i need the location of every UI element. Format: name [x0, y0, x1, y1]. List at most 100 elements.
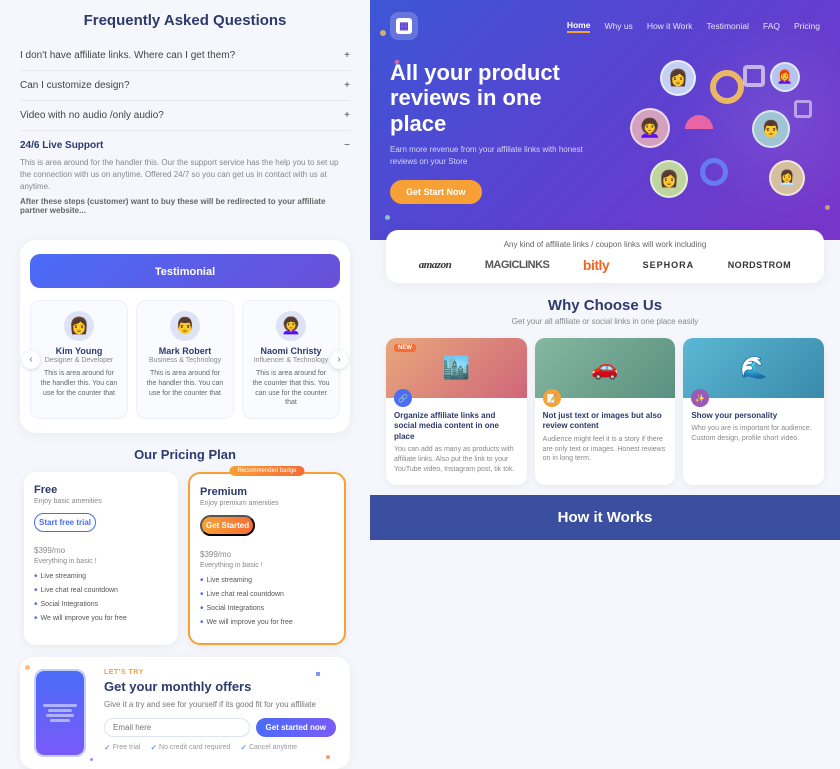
testimonial-name-3: Naomi Christy [251, 346, 331, 356]
faq-section: Frequently Asked Questions I don't have … [20, 12, 350, 224]
partners-title: Any kind of affiliate links / coupon lin… [402, 240, 808, 249]
confetti-1 [25, 665, 30, 670]
why-card-img-3: 🌊 [683, 338, 824, 398]
why-card-3: 🌊 ✨ Show your personality Who you are is… [683, 338, 824, 485]
hero-avatar-1: 👩 [660, 60, 696, 96]
hero-half-circle [685, 115, 713, 129]
cta-heading: Get your monthly offers [104, 679, 336, 695]
testimonial-card-1: 👩 Kim Young Designer & Developer This is… [30, 300, 128, 419]
cta-phone-illustration [34, 669, 94, 757]
hero-avatar-3: 👩‍🦱 [630, 108, 670, 148]
faq-item-header-2[interactable]: Can I customize design? + [20, 80, 350, 91]
partner-nordstrom: NORDSTROM [728, 260, 792, 270]
testimonial-name-2: Mark Robert [145, 346, 225, 356]
testimonial-text-2: This is area around for the handler this… [145, 369, 225, 398]
faq-minus-icon-4: − [344, 140, 350, 151]
faq-plus-icon-2: + [344, 80, 350, 91]
testimonial-title-bar: Testimonial [30, 254, 340, 288]
hero-confetti-3 [385, 215, 390, 220]
pricing-subtitle-free: Everything in basic ! [34, 558, 168, 565]
why-card-icon-2: 📝 [543, 389, 561, 407]
hero-ring-shape [710, 70, 744, 104]
testimonial-avatar-2: 👨 [170, 311, 200, 341]
nav-logo: ▦ [390, 12, 418, 40]
testimonial-role-1: Designer & Developer [39, 357, 119, 364]
why-cards: 🏙️ NEW 🔗 Organize affiliate links and so… [386, 338, 824, 485]
cta-email-input[interactable] [104, 718, 250, 737]
pricing-feature-free-2: Live chat real countdown [34, 585, 168, 596]
pricing-subtitle-premium: Everything in basic ! [200, 562, 334, 569]
pricing-btn-premium[interactable]: Get Started [200, 515, 255, 536]
pricing-btn-free[interactable]: Start free trial [34, 513, 96, 532]
hero-avatar-2: 👩‍🦰 [770, 62, 800, 92]
testimonial-next-btn[interactable]: › [330, 351, 348, 369]
hero-confetti-4 [825, 205, 830, 210]
why-card-icon-1: 🔗 [394, 389, 412, 407]
hero-title: All your product reviews in one place [390, 60, 590, 136]
faq-plus-icon-1: + [344, 50, 350, 61]
faq-plus-icon-3: + [344, 110, 350, 121]
cta-note-2: No credit card required [150, 743, 230, 752]
why-card-title-3: Show your personality [691, 411, 816, 421]
testimonial-avatar-3: 👩‍🦱 [276, 311, 306, 341]
hero-cta-btn[interactable]: Get Start Now [390, 180, 482, 204]
pricing-feature-free-1: Live streaming [34, 571, 168, 582]
why-card-body-2: Not just text or images but also review … [535, 407, 676, 474]
faq-item-2[interactable]: Can I customize design? + [20, 71, 350, 101]
cta-label: LET'S TRY [104, 669, 336, 676]
faq-item-header-3[interactable]: Video with no audio /only audio? + [20, 110, 350, 121]
nav-link-how[interactable]: How it Work [647, 21, 693, 31]
pricing-section: Our Pricing Plan Free Enjoy basic amenit… [20, 447, 350, 645]
cta-submit-btn[interactable]: Get started now [256, 718, 336, 737]
confetti-3 [326, 755, 330, 759]
cta-notes: Free trial No credit card required Cance… [104, 743, 336, 752]
testimonial-card-3: 👩‍🦱 Naomi Christy Influencer & Technolog… [242, 300, 340, 419]
cta-note-1: Free trial [104, 743, 140, 752]
hero-confetti-1 [380, 30, 386, 36]
why-card-body-1: Organize affiliate links and social medi… [386, 407, 527, 485]
testimonial-role-2: Business & Technology [145, 357, 225, 364]
cta-sub: Give it a try and see for yourself if it… [104, 699, 336, 710]
pricing-type-free: Free [34, 484, 168, 496]
right-panel: ▦ Home Why us How it Work Testimonial FA… [370, 0, 840, 769]
testimonial-card-2: 👨 Mark Robert Business & Technology This… [136, 300, 234, 419]
faq-item-header-4[interactable]: 24/6 Live Support − [20, 140, 350, 151]
partners-logos: amazon MAGICLINKS bitly SEPHORA NORDSTRO… [402, 257, 808, 273]
faq-item-4[interactable]: 24/6 Live Support − This is area around … [20, 131, 350, 224]
faq-item-1[interactable]: I don't have affiliate links. Where can … [20, 41, 350, 71]
why-card-title-2: Not just text or images but also review … [543, 411, 668, 432]
nav-link-home[interactable]: Home [567, 20, 591, 33]
pricing-feature-prem-4: We will improve you for free [200, 617, 334, 628]
cta-note-3: Cancel anytime [240, 743, 297, 752]
nav-logo-icon: ▦ [396, 18, 412, 34]
pricing-feature-prem-2: Live chat real countdown [200, 589, 334, 600]
hero-avatar-5: 👩 [650, 160, 688, 198]
pricing-cards: Free Enjoy basic amenities Start free tr… [24, 472, 346, 645]
faq-item-header-1[interactable]: I don't have affiliate links. Where can … [20, 50, 350, 61]
why-card-title-1: Organize affiliate links and social medi… [394, 411, 519, 442]
hero-text: All your product reviews in one place Ea… [390, 60, 590, 204]
pricing-feature-free-3: Social Integrations [34, 599, 168, 610]
testimonial-text-1: This is area around for the handler this… [39, 369, 119, 398]
hero-square-shape-2 [794, 100, 812, 118]
pricing-price-free: $399/mo [34, 540, 168, 556]
faq-item-3[interactable]: Video with no audio /only audio? + [20, 101, 350, 131]
nav-link-why[interactable]: Why us [604, 21, 632, 31]
partners-section: Any kind of affiliate links / coupon lin… [386, 230, 824, 283]
pricing-feature-free-4: We will improve you for free [34, 613, 168, 624]
why-sub: Get your all affiliate or social links i… [386, 317, 824, 326]
hero-sub: Earn more revenue from your affiliate li… [390, 144, 590, 168]
why-card-tag-1: NEW [394, 344, 416, 352]
why-card-desc-1: You can add as many as products with aff… [394, 445, 519, 474]
testimonial-name-1: Kim Young [39, 346, 119, 356]
hero-avatar-4: 👨 [752, 110, 790, 148]
hero-images: 👩 👩‍🦰 👩‍🦱 👨 👩 👩‍💼 [620, 60, 820, 220]
how-section: How it Works [370, 495, 840, 540]
why-section: Why Choose Us Get your all affiliate or … [370, 283, 840, 495]
testimonial-cards: ‹ 👩 Kim Young Designer & Developer This … [30, 300, 340, 419]
testimonial-section: Testimonial ‹ 👩 Kim Young Designer & Dev… [20, 240, 350, 433]
partner-magiclinks: MAGICLINKS [485, 259, 550, 271]
testimonial-prev-btn[interactable]: ‹ [22, 351, 40, 369]
hero-square-shape-1 [743, 65, 765, 87]
why-title: Why Choose Us [386, 297, 824, 314]
